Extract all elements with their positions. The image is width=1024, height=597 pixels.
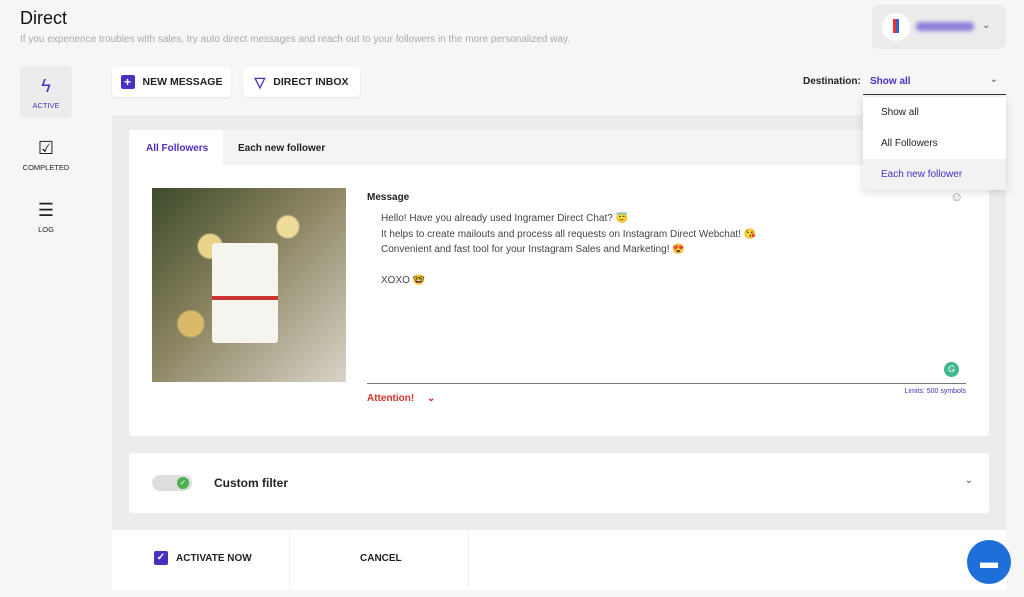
- menu-icon: ☰: [37, 200, 55, 220]
- sidebar-item-label: COMPLETED: [22, 163, 70, 172]
- message-line: [381, 258, 756, 273]
- page-title: Direct: [20, 8, 68, 28]
- limit-text: Limits: 500 symbols: [904, 388, 966, 395]
- cancel-button[interactable]: CANCEL: [360, 553, 402, 564]
- message-textarea[interactable]: Hello! Have you already used Ingramer Di…: [381, 211, 756, 288]
- chevron-down-icon: ⌄: [427, 393, 436, 404]
- activate-now-button[interactable]: ✓ ACTIVATE NOW: [154, 551, 252, 565]
- message-line: Hello! Have you already used Ingramer Di…: [381, 213, 629, 224]
- dropdown-option[interactable]: Each new follower: [863, 159, 1006, 190]
- custom-filter-toggle[interactable]: ✓: [152, 475, 192, 491]
- chat-bubble-icon: ▬: [980, 552, 998, 572]
- message-line: XOXO 🤓: [381, 274, 426, 286]
- plus-icon: +: [120, 75, 135, 89]
- grammarly-icon[interactable]: G: [944, 362, 959, 377]
- textarea-underline: [367, 383, 966, 384]
- sidebar-item-completed[interactable]: ☑ COMPLETED: [20, 138, 72, 172]
- message-line: Convenient and fast tool for your Instag…: [381, 244, 685, 255]
- sidebar-item-label: ACTIVE: [32, 101, 60, 110]
- filter-icon: ▽: [254, 73, 266, 90]
- selected-value: Show all: [870, 76, 911, 87]
- custom-filter-card[interactable]: ✓ Custom filter ⌄: [129, 453, 989, 513]
- sidebar-item-log[interactable]: ☰ LOG: [20, 200, 72, 234]
- attention-toggle[interactable]: Attention! ⌄: [367, 393, 435, 404]
- chevron-down-icon: ⌄: [989, 74, 998, 85]
- checkbox-checked-icon[interactable]: ✓: [154, 551, 168, 565]
- chat-widget-button[interactable]: ▬: [967, 540, 1011, 584]
- destination-label: Destination:: [803, 76, 861, 87]
- sidebar-item-active[interactable]: ϟ ACTIVE: [20, 66, 72, 118]
- avatar: [882, 13, 910, 41]
- page-subtitle: If you experience troubles with sales, t…: [20, 34, 571, 45]
- account-switcher[interactable]: ⌄: [872, 5, 1006, 49]
- lightning-icon: ϟ: [41, 76, 51, 96]
- sidebar-item-label: LOG: [38, 225, 54, 234]
- emoji-picker-icon[interactable]: ☺: [950, 189, 963, 204]
- button-label: NEW MESSAGE: [142, 76, 223, 88]
- message-label: Message: [367, 192, 410, 203]
- message-line: It helps to create mailouts and process …: [381, 228, 757, 240]
- destination-select[interactable]: Show all ⌄: [863, 70, 1006, 95]
- dropdown-option[interactable]: All Followers: [863, 128, 1006, 159]
- checkbox-icon: ☑: [37, 138, 55, 158]
- tab-all-followers[interactable]: All Followers: [146, 143, 208, 154]
- button-label: DIRECT INBOX: [273, 76, 349, 88]
- dropdown-option[interactable]: Show all: [863, 97, 1006, 128]
- destination-dropdown: Show all All Followers Each new follower: [863, 97, 1006, 190]
- direct-inbox-button[interactable]: ▽ DIRECT INBOX: [243, 67, 360, 97]
- chevron-down-icon: ⌄: [964, 475, 973, 486]
- button-label: ACTIVATE NOW: [176, 552, 252, 564]
- username-blurred: [916, 22, 974, 31]
- new-message-button[interactable]: + NEW MESSAGE: [112, 67, 231, 97]
- chevron-down-icon: ⌄: [982, 20, 991, 31]
- tab-each-new-follower[interactable]: Each new follower: [238, 143, 325, 154]
- message-image: [152, 188, 346, 382]
- attention-label: Attention!: [367, 393, 415, 404]
- custom-filter-label: Custom filter: [214, 476, 289, 490]
